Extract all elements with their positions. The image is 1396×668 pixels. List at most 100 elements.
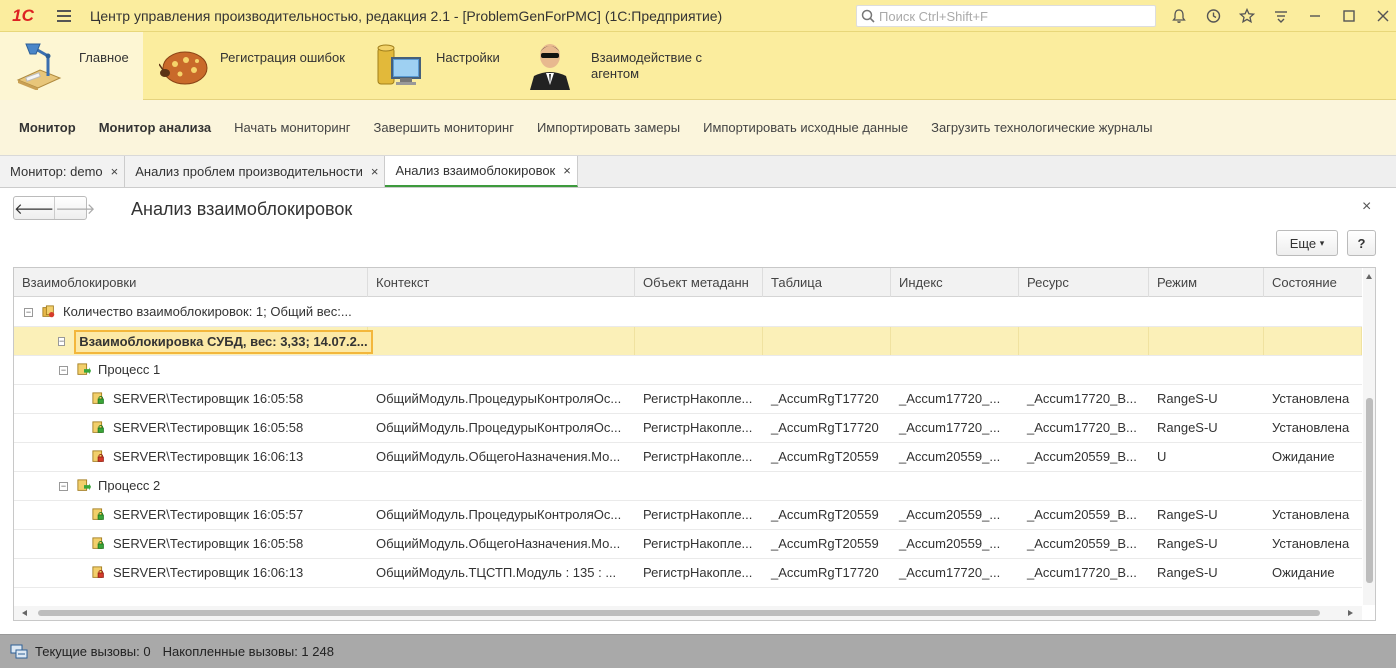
collapse-toggle-icon[interactable]: − xyxy=(58,336,66,346)
row-state: Установлена xyxy=(1272,420,1350,435)
tab-monitor-demo[interactable]: Монитор: demo × xyxy=(0,156,126,187)
minimize-icon[interactable] xyxy=(1298,0,1332,32)
row-object: РегистрНакопле... xyxy=(643,391,753,406)
maximize-icon[interactable] xyxy=(1332,0,1366,32)
row-table: _AccumRgT20559 xyxy=(771,536,879,551)
calls-monitor-icon[interactable] xyxy=(10,644,28,660)
tab-close-icon[interactable]: × xyxy=(563,163,571,178)
tab-deadlock-analysis[interactable]: Анализ взаимоблокировок × xyxy=(385,156,578,187)
column-header[interactable]: Контекст xyxy=(368,268,635,297)
row-state: Ожидание xyxy=(1272,449,1335,464)
row-index: _Accum17720_... xyxy=(899,391,1001,406)
cmd-import-source-data[interactable]: Импортировать исходные данные xyxy=(703,120,908,135)
table-row[interactable]: − Количество взаимоблокировок: 1; Общий в… xyxy=(14,298,1362,327)
cmd-load-tech-logs[interactable]: Загрузить технологические журналы xyxy=(931,120,1152,135)
cmd-monitor-analysis[interactable]: Монитор анализа xyxy=(99,120,211,135)
table-row[interactable]: SERVER\Тестировщик 16:05:58 ОбщийМодуль.П… xyxy=(14,385,1362,414)
lock-green-icon xyxy=(92,508,104,520)
table-row[interactable]: SERVER\Тестировщик 16:06:13 ОбщийМодуль.О… xyxy=(14,443,1362,472)
row-index: _Accum17720_... xyxy=(899,565,1001,580)
cmd-import-measurements[interactable]: Импортировать замеры xyxy=(537,120,680,135)
section-agent-label: Взаимодействие с агентом xyxy=(591,50,703,81)
row-index xyxy=(891,356,1019,384)
column-header[interactable]: Индекс xyxy=(891,268,1019,297)
section-settings[interactable]: Настройки xyxy=(358,32,508,100)
row-state xyxy=(1264,327,1362,355)
main-menu-icon[interactable] xyxy=(46,0,82,32)
section-errors[interactable]: Регистрация ошибок xyxy=(143,32,358,100)
row-state: Ожидание xyxy=(1272,565,1335,580)
star-icon[interactable] xyxy=(1230,0,1264,32)
row-mode: RangeS-U xyxy=(1157,565,1218,580)
row-table xyxy=(763,298,891,326)
lock-green-icon xyxy=(92,421,104,433)
column-header[interactable]: Состояние xyxy=(1264,268,1362,297)
close-form-icon[interactable]: × xyxy=(1362,198,1371,216)
row-table: _AccumRgT17720 xyxy=(771,391,879,406)
horizontal-scrollbar[interactable] xyxy=(14,606,1362,620)
row-name: Процесс 2 xyxy=(98,478,161,493)
column-header[interactable]: Объект метаданн xyxy=(635,268,763,297)
cmd-stop-monitoring[interactable]: Завершить мониторинг xyxy=(374,120,514,135)
cmd-start-monitoring[interactable]: Начать мониторинг xyxy=(234,120,350,135)
row-state: Установлена xyxy=(1272,391,1350,406)
table-row[interactable]: − Процесс 2 xyxy=(14,472,1362,501)
settings-menu-icon[interactable] xyxy=(1264,0,1298,32)
more-button[interactable]: Еще ▾ xyxy=(1276,230,1338,256)
status-bar: Текущие вызовы: 0 Накопленные вызовы: 1 … xyxy=(0,634,1396,668)
row-state xyxy=(1264,472,1362,500)
table-row[interactable]: SERVER\Тестировщик 16:05:58 ОбщийМодуль.П… xyxy=(14,414,1362,443)
row-mode xyxy=(1149,298,1264,326)
collapse-toggle-icon[interactable]: − xyxy=(59,481,68,491)
deadlock-tree-table[interactable]: Взаимоблокировки Контекст Объект метадан… xyxy=(13,267,1376,621)
tab-close-icon[interactable]: × xyxy=(111,164,119,179)
search-input[interactable]: Поиск Ctrl+Shift+F xyxy=(856,5,1156,27)
column-header[interactable]: Взаимоблокировки xyxy=(14,268,368,297)
row-name: Взаимоблокировка СУБД, вес: 3,33; 14.07.… xyxy=(74,330,373,354)
back-button[interactable]: 🡐 xyxy=(14,197,56,219)
page-title: Анализ взаимоблокировок xyxy=(131,199,353,219)
table-row[interactable]: − Процесс 1 xyxy=(14,356,1362,385)
bell-icon[interactable] xyxy=(1162,0,1196,32)
table-row[interactable]: SERVER\Тестировщик 16:05:58 ОбщийМодуль.О… xyxy=(14,530,1362,559)
cmd-monitor[interactable]: Монитор xyxy=(19,120,76,135)
section-settings-label: Настройки xyxy=(436,50,500,65)
row-resource: _Accum20559_B... xyxy=(1027,449,1137,464)
close-window-icon[interactable] xyxy=(1366,0,1396,32)
table-row[interactable]: SERVER\Тестировщик 16:05:57 ОбщийМодуль.П… xyxy=(14,501,1362,530)
row-table xyxy=(763,327,891,355)
column-header[interactable]: Режим xyxy=(1149,268,1264,297)
table-row[interactable]: SERVER\Тестировщик 16:06:13 ОбщийМодуль.Т… xyxy=(14,559,1362,588)
title-bar: 1С Центр управления производительностью,… xyxy=(0,0,1396,32)
row-table: _AccumRgT17720 xyxy=(771,565,879,580)
help-button[interactable]: ? xyxy=(1347,230,1376,256)
section-main[interactable]: Главное xyxy=(0,32,143,100)
section-agent[interactable]: Взаимодействие с агентом xyxy=(508,32,718,100)
collapse-toggle-icon[interactable]: − xyxy=(24,307,33,317)
window-title: Центр управления производительностью, ре… xyxy=(90,7,723,24)
row-index xyxy=(891,472,1019,500)
row-state: Установлена xyxy=(1272,507,1350,522)
history-icon[interactable] xyxy=(1196,0,1230,32)
row-mode: U xyxy=(1157,449,1167,464)
row-context xyxy=(368,356,635,384)
tab-close-icon[interactable]: × xyxy=(371,164,379,179)
row-context: ОбщийМодуль.ОбщегоНазначения.Мо... xyxy=(376,449,621,464)
row-resource: _Accum17720_B... xyxy=(1027,565,1137,580)
row-context: ОбщийМодуль.ПроцедурыКонтроляОс... xyxy=(376,391,622,406)
tree-cell: − Количество взаимоблокировок: 1; Общий в… xyxy=(14,298,368,326)
tab-performance-problems[interactable]: Анализ проблем производительности × xyxy=(125,156,386,187)
open-windows-tabs: Монитор: demo × Анализ проблем производи… xyxy=(0,156,1396,188)
column-header[interactable]: Ресурс xyxy=(1019,268,1149,297)
row-resource: _Accum20559_B... xyxy=(1027,507,1137,522)
forward-button[interactable]: 🡒 xyxy=(55,197,95,219)
row-context: ОбщийМодуль.ТЦСТП.Модуль : 135 : ... xyxy=(376,565,617,580)
row-index: _Accum20559_... xyxy=(899,507,1001,522)
table-row[interactable]: − Взаимоблокировка СУБД, вес: 3,33; 14.07… xyxy=(14,327,1362,356)
collapse-toggle-icon[interactable]: − xyxy=(59,365,68,375)
column-header[interactable]: Таблица xyxy=(763,268,891,297)
navigation-buttons: 🡐 🡒 xyxy=(13,196,95,220)
vertical-scrollbar[interactable] xyxy=(1363,268,1375,605)
process-icon xyxy=(77,363,91,375)
row-state xyxy=(1264,298,1362,326)
